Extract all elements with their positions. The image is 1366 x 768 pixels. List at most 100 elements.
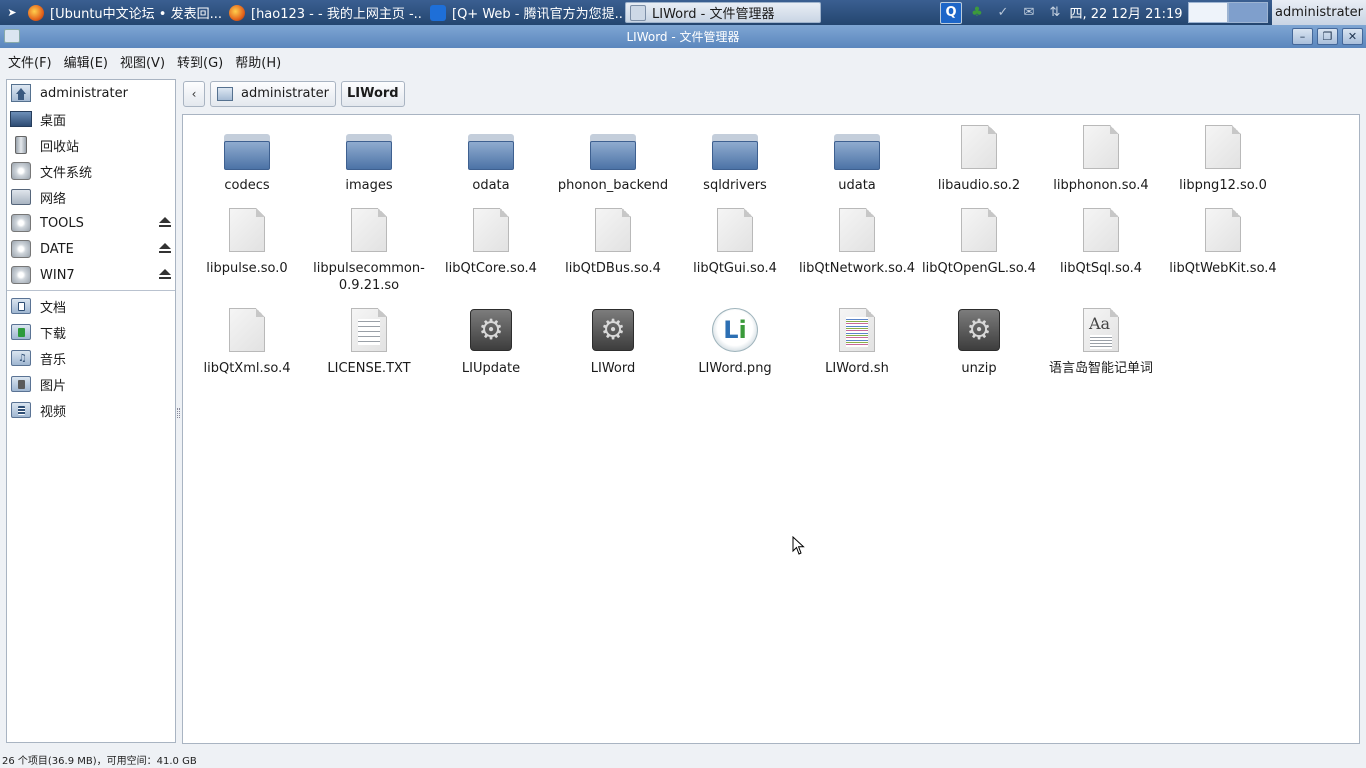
file-item[interactable]: sqldrivers	[674, 123, 796, 206]
desktop-icon	[10, 111, 32, 127]
file-item[interactable]: ⚙ LIWord	[552, 306, 674, 389]
menubar: 文件(F) 编辑(E) 视图(V) 转到(G) 帮助(H)	[0, 48, 1366, 74]
file-item[interactable]: libphonon.so.4	[1040, 123, 1162, 206]
task-qq-web[interactable]: [Q+ Web - 腾讯官方为您提...	[426, 2, 622, 23]
window-titlebar[interactable]: LIWord - 文件管理器 – ❐ ✕	[0, 25, 1366, 48]
menu-help[interactable]: 帮助(H)	[229, 52, 287, 71]
mail-tray-icon[interactable]: ✉	[1018, 2, 1040, 24]
sidebar-item-win7[interactable]: WIN7	[7, 262, 175, 288]
workspace-2[interactable]	[1228, 2, 1268, 23]
generic-file-icon	[345, 206, 393, 254]
file-item[interactable]: libQtGui.so.4	[674, 206, 796, 306]
start-menu-icon[interactable]: ➤	[0, 0, 24, 25]
close-button[interactable]: ✕	[1342, 28, 1363, 45]
home-icon	[11, 84, 31, 102]
sidebar-item-downloads[interactable]: 下载	[7, 319, 175, 345]
executable-icon: ⚙	[467, 306, 515, 354]
user-menu[interactable]: administrater	[1272, 0, 1366, 25]
file-name-label: libQtNetwork.so.4	[798, 261, 916, 276]
sidebar-item-documents[interactable]: 文档	[7, 293, 175, 319]
path-crumb-home[interactable]: administrater	[210, 80, 336, 107]
window-icon[interactable]	[4, 29, 20, 43]
task-ubuntu-forum[interactable]: [Ubuntu中文论坛 • 发表回...	[24, 2, 222, 23]
sidebar-item-date[interactable]: DATE	[7, 236, 175, 262]
sidebar-item-filesystem[interactable]: 文件系统	[7, 158, 175, 184]
path-crumb-current[interactable]: LIWord	[340, 80, 405, 107]
file-item[interactable]: libQtXml.so.4	[186, 306, 308, 389]
menu-edit[interactable]: 编辑(E)	[58, 52, 114, 71]
sidebar-item-network[interactable]: 网络	[7, 184, 175, 210]
eject-icon[interactable]	[159, 269, 171, 281]
file-name-label: 语言岛智能记单词	[1048, 361, 1153, 376]
file-item[interactable]: codecs	[186, 123, 308, 206]
file-view[interactable]: codecs images odata phonon_backend sqldriver…	[182, 114, 1360, 744]
network-icon	[11, 189, 31, 205]
workspace-1[interactable]	[1188, 2, 1228, 23]
file-item[interactable]: libpulse.so.0	[186, 206, 308, 306]
qq-tray-icon[interactable]: Q	[940, 1, 962, 24]
network-tray-icon[interactable]: ⇅	[1044, 2, 1066, 24]
sidebar-item-videos[interactable]: 视频	[7, 397, 175, 423]
sidebar-item-music[interactable]: ♫ 音乐	[7, 345, 175, 371]
eject-icon[interactable]	[159, 217, 171, 229]
drive-icon	[11, 240, 31, 258]
generic-file-icon	[955, 206, 1003, 254]
file-item[interactable]: LIWord.sh	[796, 306, 918, 389]
checkmark-tray-icon[interactable]: ✓	[992, 2, 1014, 24]
file-item[interactable]: images	[308, 123, 430, 206]
menu-view[interactable]: 视图(V)	[114, 52, 171, 71]
maximize-button[interactable]: ❐	[1317, 28, 1338, 45]
clover-tray-icon[interactable]: ♣	[966, 2, 988, 24]
executable-icon: ⚙	[589, 306, 637, 354]
file-item[interactable]: odata	[430, 123, 552, 206]
sidebar-item-desktop[interactable]: 桌面	[7, 106, 175, 132]
menu-file[interactable]: 文件(F)	[2, 52, 58, 71]
filesystem-icon	[11, 162, 31, 180]
file-item[interactable]: libQtOpenGL.so.4	[918, 206, 1040, 306]
pictures-folder-icon	[11, 376, 31, 392]
sidebar-item-home[interactable]: administrater	[7, 80, 175, 106]
downloads-folder-icon	[11, 324, 31, 340]
file-item[interactable]: LICENSE.TXT	[308, 306, 430, 389]
file-item[interactable]: libQtNetwork.so.4	[796, 206, 918, 306]
task-hao123[interactable]: [hao123 - - 我的上网主页 -...	[225, 2, 423, 23]
trash-icon	[15, 136, 27, 154]
generic-file-icon	[1077, 123, 1125, 171]
file-item[interactable]: Li LIWord.png	[674, 306, 796, 389]
file-item[interactable]: udata	[796, 123, 918, 206]
script-file-icon	[833, 306, 881, 354]
task-file-manager[interactable]: LIWord - 文件管理器	[625, 2, 821, 23]
file-item[interactable]: libaudio.so.2	[918, 123, 1040, 206]
clock[interactable]: 四, 22 12月 21:19	[1068, 3, 1184, 22]
eject-icon[interactable]	[159, 243, 171, 255]
file-name-label: LIUpdate	[461, 361, 521, 376]
generic-file-icon	[1077, 206, 1125, 254]
file-name-label: libQtGui.so.4	[693, 261, 777, 276]
path-back-button[interactable]: ‹	[183, 80, 205, 107]
file-item[interactable]: libpulsecommon-0.9.21.so	[308, 206, 430, 306]
videos-folder-icon	[11, 402, 31, 418]
file-item[interactable]: libQtSql.so.4	[1040, 206, 1162, 306]
text-file-icon	[345, 306, 393, 354]
sidebar-divider	[7, 290, 175, 291]
drive-icon	[11, 214, 31, 232]
file-item[interactable]: ⚙ LIUpdate	[430, 306, 552, 389]
file-manager-icon	[630, 4, 646, 21]
file-item[interactable]: phonon_backend	[552, 123, 674, 206]
minimize-button[interactable]: –	[1292, 28, 1313, 45]
sidebar-item-tools[interactable]: TOOLS	[7, 210, 175, 236]
folder-icon	[345, 123, 393, 171]
menu-go[interactable]: 转到(G)	[171, 52, 229, 71]
workspace-pager[interactable]	[1188, 2, 1268, 23]
pane-splitter-handle[interactable]	[177, 408, 180, 418]
file-item[interactable]: libQtDBus.so.4	[552, 206, 674, 306]
file-name-label: libQtDBus.so.4	[565, 261, 661, 276]
sidebar-item-pictures[interactable]: 图片	[7, 371, 175, 397]
status-bar: 26 个项目(36.9 MB)，可用空间：41.0 GB	[0, 750, 1366, 768]
file-item[interactable]: ⚙ unzip	[918, 306, 1040, 389]
sidebar-item-trash[interactable]: 回收站	[7, 132, 175, 158]
file-item[interactable]: libpng12.so.0	[1162, 123, 1284, 206]
file-item[interactable]: libQtCore.so.4	[430, 206, 552, 306]
file-item[interactable]: Aa 语言岛智能记单词	[1040, 306, 1162, 389]
file-item[interactable]: libQtWebKit.so.4	[1162, 206, 1284, 306]
